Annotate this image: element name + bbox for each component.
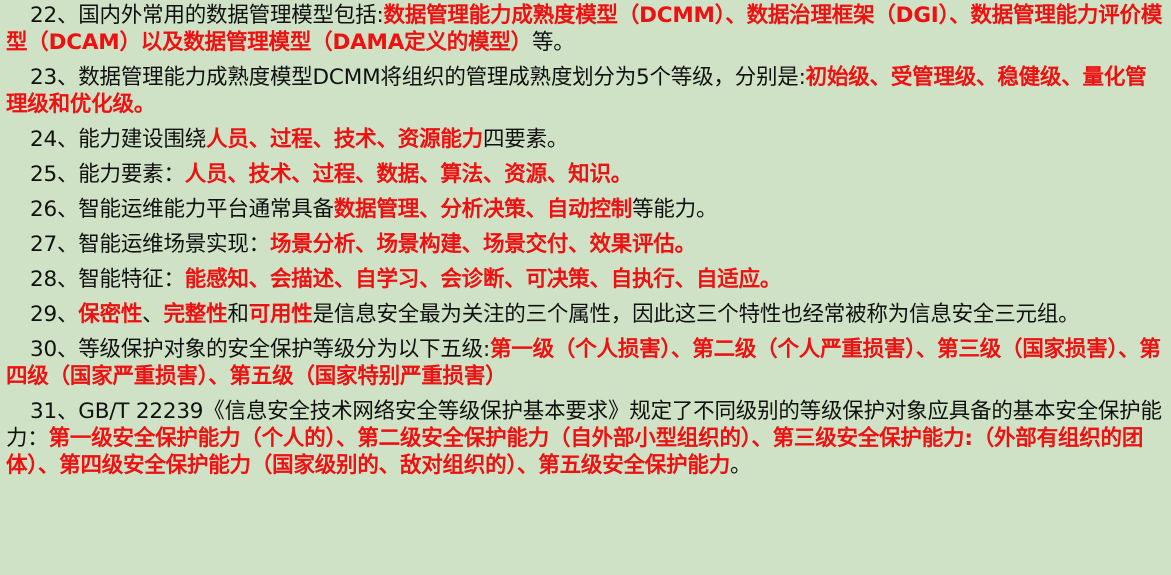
text-segment: 。 [133,92,156,117]
text-segment: 。 [674,232,697,257]
paragraph-30: 30、等级保护对象的安全保护等级分为以下五级:第一级（个人损害）、第二级（个人严… [6,336,1163,390]
text-segment: 。 [730,453,752,478]
text-segment: 25、能力要素： [30,162,185,187]
paragraph-22: 22、国内外常用的数据管理模型包括:数据管理能力成熟度模型（DCMM）、数据治理… [6,2,1163,56]
highlighted-text: 人员、技术、过程、数据、算法、资源、知识 [184,162,611,187]
text-segment: 30、等级保护对象的安全保护等级分为以下五级: [30,337,491,362]
text-segment: 。 [759,267,782,292]
highlighted-text: 第一级安全保护能力（个人的）、第二级安全保护能力（自外部小型组织的）、第三级安全… [6,426,1144,478]
text-segment: 24、能力建设围绕 [30,127,207,152]
text-segment: 22、国内外常用的数据管理模型包括: [30,3,384,28]
highlighted-text: 完整性 [163,302,228,327]
text-segment: 等能力。 [632,197,718,222]
highlighted-text: 保密性 [78,302,143,327]
paragraph-26: 26、智能运维能力平台通常具备数据管理、分析决策、自动控制等能力。 [6,196,1163,223]
highlighted-text: 人员、过程、技术、资源能力 [206,127,483,152]
text-segment: 23、数据管理能力成熟度模型DCMM将组织的管理成熟度划分为5个等级，分别是: [30,65,806,90]
text-segment: 、 [142,302,164,327]
text-segment: 28、智能特征： [30,267,185,292]
text-segment: 是信息安全最为关注的三个属性，因此这三个特性也经常被称为信息安全三元组。 [312,302,1080,327]
document-body: 22、国内外常用的数据管理模型包括:数据管理能力成熟度模型（DCMM）、数据治理… [0,0,1171,479]
highlighted-text: 能感知、会描述、自学习、会诊断、可决策、自执行、自适应 [184,267,760,292]
paragraph-25: 25、能力要素：人员、技术、过程、数据、算法、资源、知识。 [6,161,1163,188]
text-segment: 。 [610,162,633,187]
text-segment: 27、智能运维场景实现： [30,232,270,257]
text-segment: 等。 [531,30,575,55]
text-segment: 29、 [30,302,79,327]
paragraph-24: 24、能力建设围绕人员、过程、技术、资源能力四要素。 [6,126,1163,153]
paragraph-29: 29、保密性、完整性和可用性是信息安全最为关注的三个属性，因此这三个特性也经常被… [6,301,1163,328]
highlighted-text: 场景分析、场景构建、场景交付、效果评估 [269,232,675,257]
text-segment: 四要素。 [482,127,569,152]
text-segment: 和 [227,302,249,327]
paragraph-28: 28、智能特征：能感知、会描述、自学习、会诊断、可决策、自执行、自适应。 [6,266,1163,293]
highlighted-text: 可用性 [248,302,313,327]
paragraph-23: 23、数据管理能力成熟度模型DCMM将组织的管理成熟度划分为5个等级，分别是:初… [6,64,1163,118]
paragraph-31: 31、GB/T 22239《信息安全技术网络安全等级保护基本要求》规定了不同级别… [6,398,1163,479]
paragraph-27: 27、智能运维场景实现：场景分析、场景构建、场景交付、效果评估。 [6,231,1163,258]
text-segment: 26、智能运维能力平台通常具备 [30,197,334,222]
highlighted-text: 数据管理、分析决策、自动控制 [333,197,633,222]
